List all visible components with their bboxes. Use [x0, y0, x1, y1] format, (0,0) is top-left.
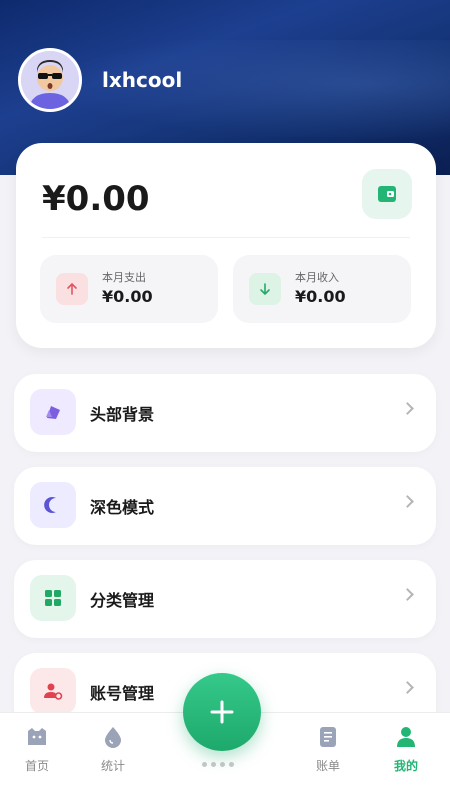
menu-item-header-background[interactable]: 头部背景 — [14, 374, 436, 452]
tab-profile[interactable]: 我的 — [376, 725, 436, 774]
menu-item-dark-mode[interactable]: 深色模式 — [14, 467, 436, 545]
tab-label: 统计 — [100, 759, 125, 773]
tab-bills[interactable]: 账单 — [298, 725, 358, 774]
tab-label: 账单 — [315, 759, 340, 773]
grid-icon — [30, 575, 76, 621]
monthly-expense[interactable]: 本月支出 ¥0.00 — [40, 255, 218, 323]
chevron-right-icon — [401, 402, 414, 415]
chevron-right-icon — [401, 588, 414, 601]
avatar-image — [21, 51, 79, 109]
image-icon — [30, 389, 76, 435]
add-record-button[interactable] — [183, 673, 261, 751]
menu-label: 账号管理 — [90, 684, 155, 703]
tab-label: 首页 — [24, 759, 49, 773]
arrow-up-icon — [56, 273, 88, 305]
balance-card: ¥0.00 本月支出 ¥0.00 本月收入 ¥0.00 — [16, 143, 436, 348]
tab-home[interactable]: 首页 — [7, 725, 67, 774]
divider — [42, 237, 410, 238]
tab-label: 我的 — [393, 759, 418, 773]
menu-label: 深色模式 — [90, 498, 155, 517]
chart-icon — [105, 727, 121, 748]
total-balance: ¥0.00 — [42, 179, 150, 219]
tab-statistics[interactable]: 统计 — [83, 725, 143, 774]
expense-label: 本月支出 — [102, 271, 146, 284]
menu-item-category-management[interactable]: 分类管理 — [14, 560, 436, 638]
bill-icon — [320, 727, 336, 747]
wallet-icon — [378, 186, 396, 202]
page-indicator — [200, 752, 250, 767]
monthly-income[interactable]: 本月收入 ¥0.00 — [233, 255, 411, 323]
user-icon — [397, 727, 415, 747]
wallet-button[interactable] — [362, 169, 412, 219]
plus-icon — [210, 700, 234, 724]
username: lxhcool — [102, 68, 183, 92]
home-icon — [28, 728, 46, 745]
arrow-down-icon — [249, 273, 281, 305]
menu-label: 分类管理 — [90, 591, 155, 610]
chevron-right-icon — [401, 681, 414, 694]
user-settings-icon — [30, 668, 76, 714]
menu-label: 头部背景 — [90, 405, 155, 424]
moon-icon — [30, 482, 76, 528]
avatar[interactable] — [18, 48, 82, 112]
income-value: ¥0.00 — [295, 287, 346, 306]
chevron-right-icon — [401, 495, 414, 508]
income-label: 本月收入 — [295, 271, 339, 284]
expense-value: ¥0.00 — [102, 287, 153, 306]
